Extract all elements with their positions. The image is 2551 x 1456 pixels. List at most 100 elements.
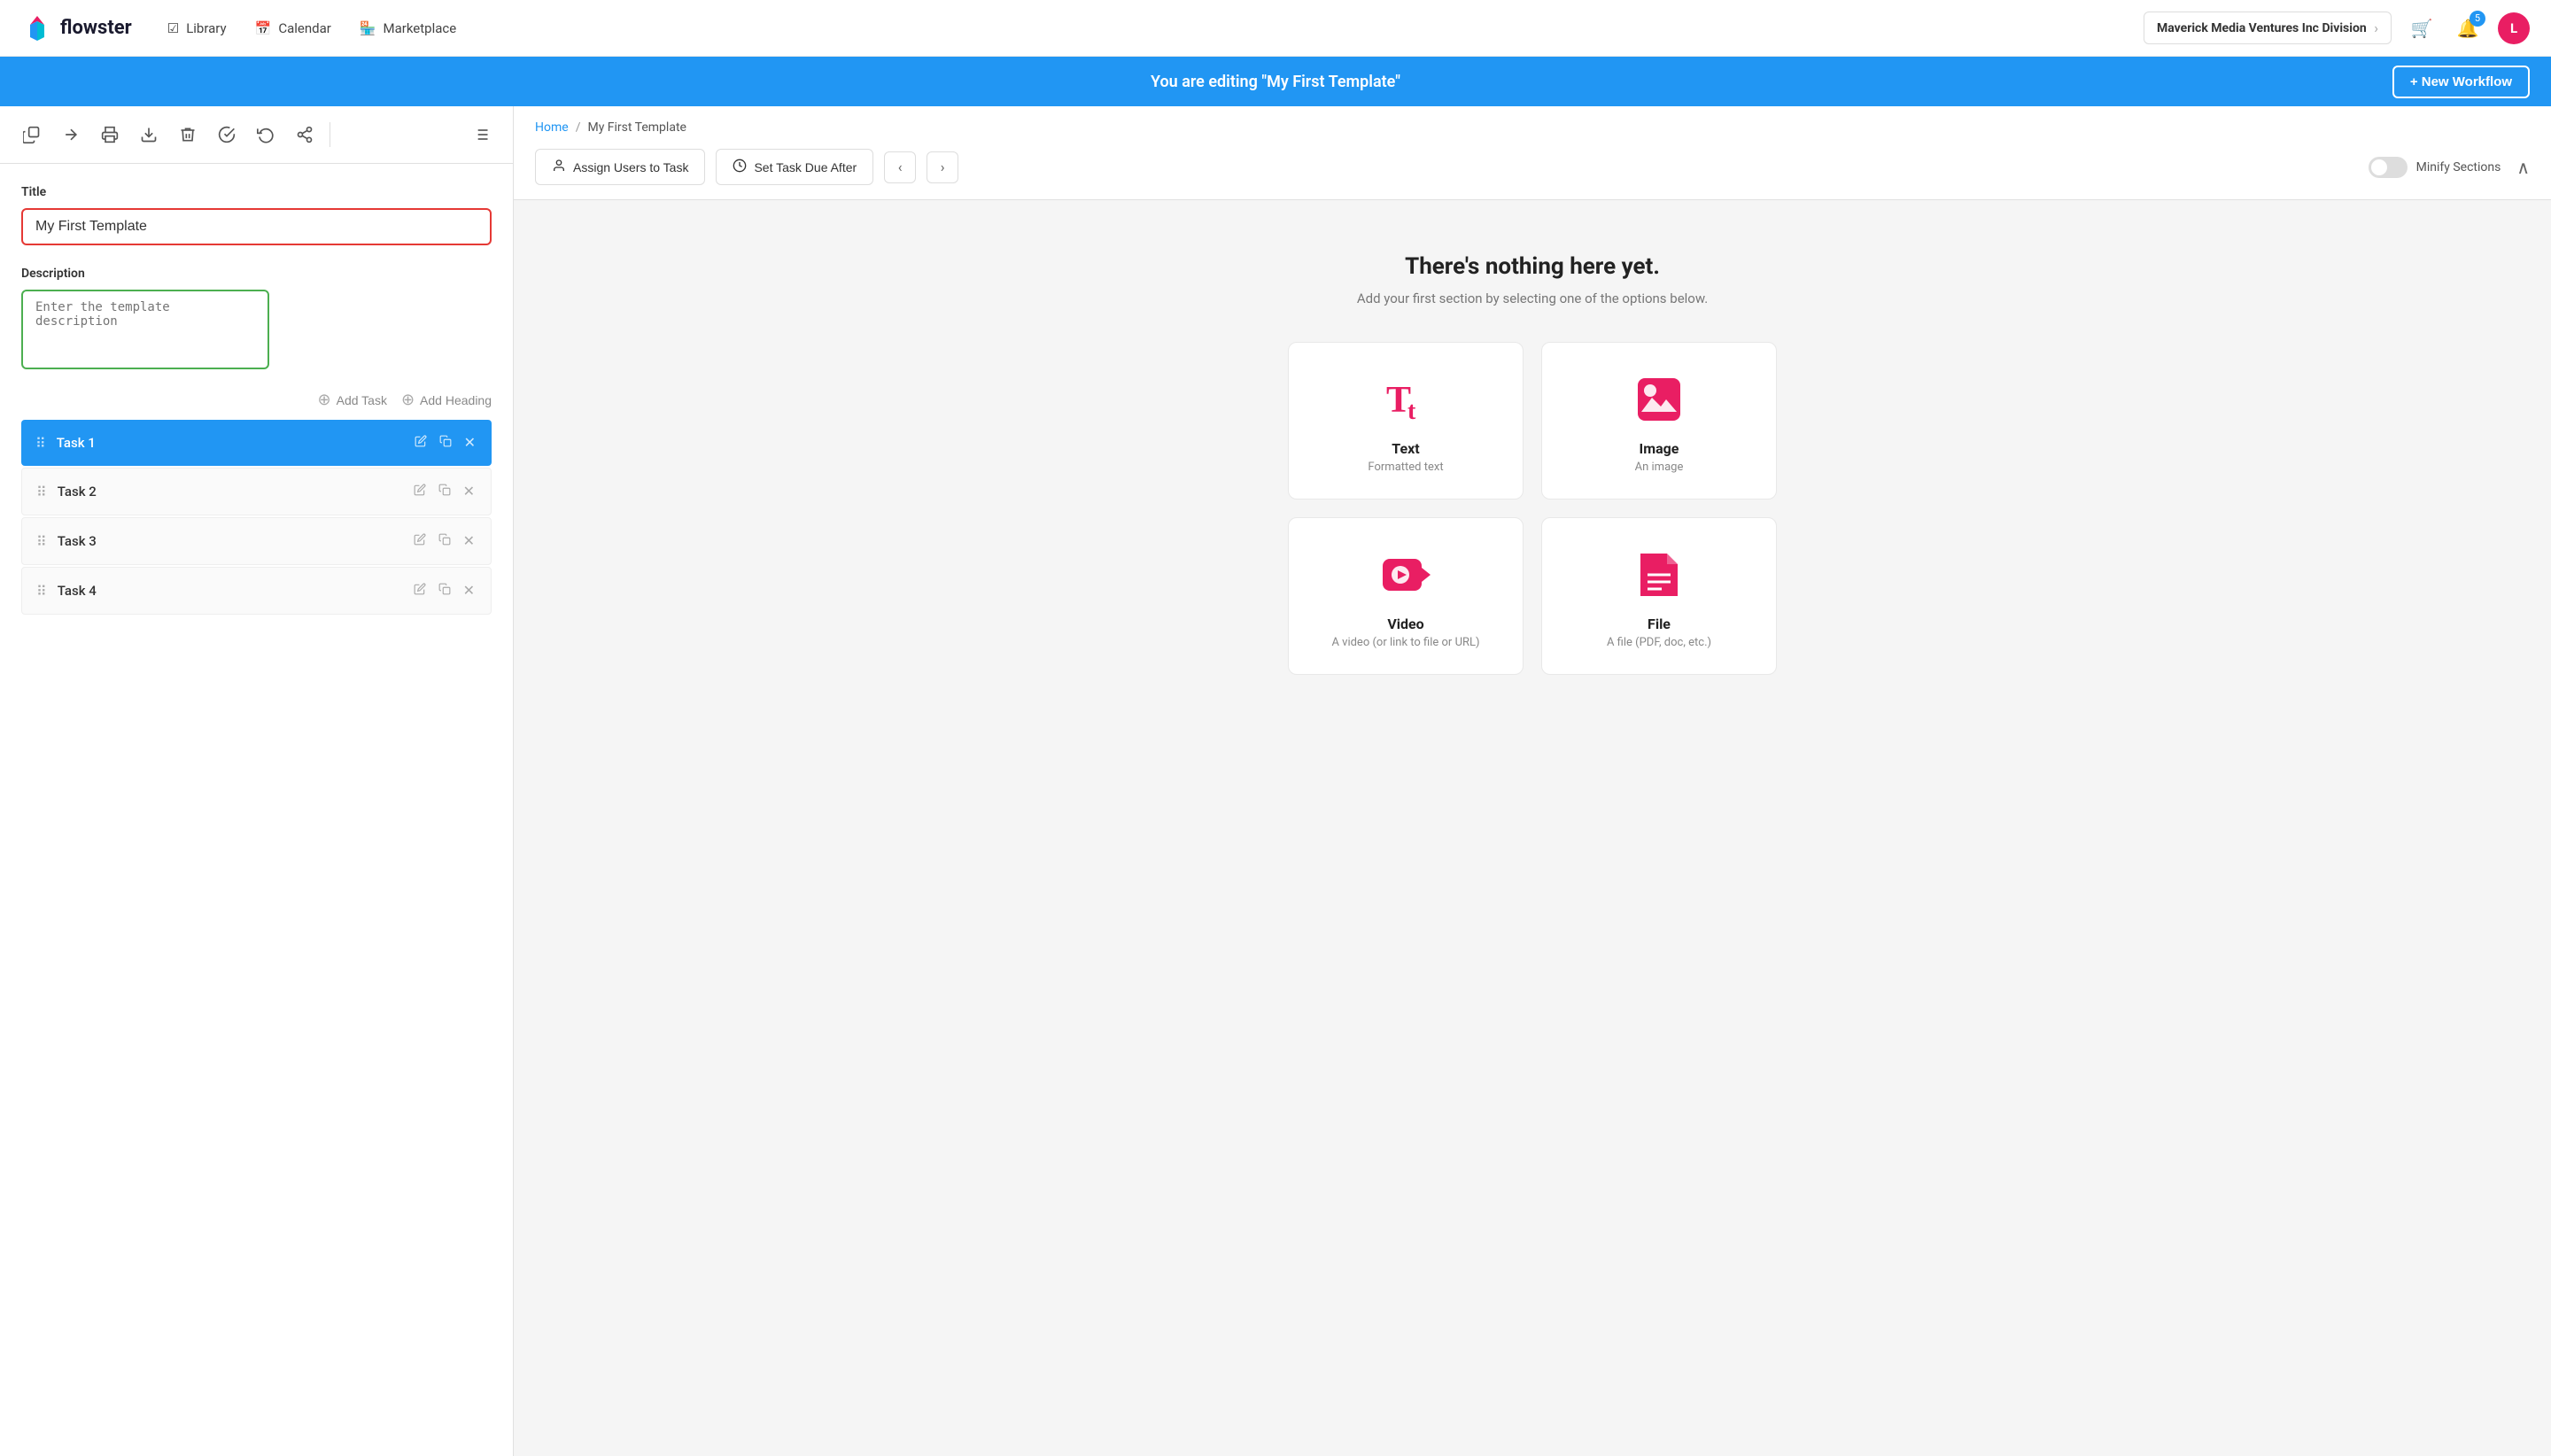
edit-task-button[interactable] [412, 531, 428, 552]
task-name: Task 1 [57, 435, 413, 451]
section-card-video[interactable]: Video A video (or link to file or URL) [1288, 517, 1524, 675]
new-workflow-button[interactable]: + New Workflow [2392, 66, 2530, 98]
cart-icon-button[interactable]: 🛒 [2406, 12, 2438, 44]
remove-task-button[interactable]: ✕ [461, 481, 477, 502]
copy-task-button[interactable] [438, 432, 454, 453]
marketplace-icon: 🏪 [360, 20, 376, 36]
breadcrumb: Home / My First Template [535, 120, 2530, 135]
minify-section: Minify Sections ∧ [2369, 157, 2530, 178]
check-button[interactable] [209, 117, 244, 152]
task-actions: ⊕ Add Task ⊕ Add Heading [21, 391, 492, 409]
logo-text: flowster [60, 17, 132, 39]
main-layout: Title Description ⊕ Add Task ⊕ Add Headi… [0, 106, 2551, 1456]
section-desc-video: A video (or link to file or URL) [1331, 636, 1479, 649]
section-title-image: Image [1640, 440, 1679, 457]
task-item-task3[interactable]: ⠿ Task 3 ✕ [21, 517, 492, 565]
add-heading-icon: ⊕ [401, 391, 415, 409]
section-icon-image [1634, 375, 1684, 428]
add-heading-button[interactable]: ⊕ Add Heading [401, 391, 492, 409]
task-item-task2[interactable]: ⠿ Task 2 ✕ [21, 468, 492, 515]
task-item-task1[interactable]: ⠿ Task 1 ✕ [21, 420, 492, 466]
division-name: Maverick Media Ventures Inc Division [2157, 21, 2367, 35]
breadcrumb-current: My First Template [587, 120, 686, 135]
nav-marketplace[interactable]: 🏪 Marketplace [360, 20, 456, 36]
edit-banner-text: You are editing "My First Template" [1151, 73, 1400, 91]
svg-text:t: t [1407, 398, 1416, 424]
collapse-button[interactable]: ∧ [2516, 157, 2530, 178]
delete-button[interactable] [170, 117, 205, 152]
right-header: Home / My First Template Assign Users to… [514, 106, 2551, 200]
title-label: Title [21, 185, 492, 199]
task-name: Task 2 [58, 484, 412, 500]
drag-handle: ⠿ [35, 435, 46, 452]
empty-title: There's nothing here yet. [535, 253, 2530, 280]
minify-label: Minify Sections [2416, 160, 2501, 174]
remove-task-button[interactable]: ✕ [462, 432, 477, 453]
topnav-right: Maverick Media Ventures Inc Division › 🛒… [2144, 12, 2530, 44]
share-button[interactable] [287, 117, 322, 152]
section-card-image[interactable]: Image An image [1541, 342, 1777, 500]
notifications-button[interactable]: 🔔 5 [2452, 12, 2484, 44]
calendar-icon: 📅 [255, 20, 272, 36]
copy-task-button[interactable] [437, 481, 453, 502]
download-button[interactable] [131, 117, 167, 152]
left-panel: Title Description ⊕ Add Task ⊕ Add Headi… [0, 106, 514, 1456]
right-panel: Home / My First Template Assign Users to… [514, 106, 2551, 1456]
task-item-actions: ✕ [413, 432, 477, 453]
section-icon-video [1381, 550, 1431, 603]
remove-task-button[interactable]: ✕ [461, 531, 477, 552]
left-content: Title Description ⊕ Add Task ⊕ Add Headi… [0, 164, 513, 1456]
copy-task-button[interactable] [437, 580, 453, 601]
set-due-after-button[interactable]: Set Task Due After [716, 149, 873, 185]
section-icon-text: T t [1381, 375, 1431, 428]
chevron-right-icon: › [2374, 19, 2378, 36]
nav-calendar[interactable]: 📅 Calendar [255, 20, 331, 36]
task-item-actions: ✕ [412, 580, 477, 601]
drag-handle: ⠿ [36, 583, 47, 600]
title-input[interactable] [21, 208, 492, 245]
prev-arrow-button[interactable]: ‹ [884, 151, 916, 183]
next-arrow-button[interactable]: › [927, 151, 958, 183]
breadcrumb-separator: / [576, 120, 581, 135]
library-icon: ☑ [167, 20, 179, 36]
task-item-actions: ✕ [412, 531, 477, 552]
section-title-video: Video [1387, 616, 1423, 632]
copy-button[interactable] [14, 117, 50, 152]
remove-task-button[interactable]: ✕ [461, 580, 477, 601]
list-view-button[interactable] [463, 117, 499, 152]
logo-icon [21, 12, 53, 44]
avatar[interactable]: L [2498, 12, 2530, 44]
edit-task-button[interactable] [412, 481, 428, 502]
breadcrumb-home[interactable]: Home [535, 120, 569, 135]
add-task-icon: ⊕ [318, 391, 331, 409]
description-textarea[interactable] [21, 290, 269, 369]
toggle-thumb [2371, 159, 2387, 175]
print-button[interactable] [92, 117, 128, 152]
edit-task-button[interactable] [413, 432, 429, 453]
empty-subtitle: Add your first section by selecting one … [535, 290, 2530, 306]
arrow-right-button[interactable] [53, 117, 89, 152]
action-bar: Assign Users to Task Set Task Due After … [535, 149, 2530, 185]
notification-badge: 5 [2470, 11, 2485, 27]
history-button[interactable] [248, 117, 283, 152]
section-title-text: Text [1392, 440, 1419, 457]
logo[interactable]: flowster [21, 12, 132, 44]
task-name: Task 4 [58, 583, 412, 599]
toolbar [0, 106, 513, 164]
section-card-file[interactable]: File A file (PDF, doc, etc.) [1541, 517, 1777, 675]
section-desc-image: An image [1635, 461, 1684, 474]
drag-handle: ⠿ [36, 533, 47, 550]
section-desc-file: A file (PDF, doc, etc.) [1607, 636, 1711, 649]
task-item-task4[interactable]: ⠿ Task 4 ✕ [21, 567, 492, 615]
section-card-text[interactable]: T t Text Formatted text [1288, 342, 1524, 500]
edit-task-button[interactable] [412, 580, 428, 601]
task-name: Task 3 [58, 533, 412, 549]
copy-task-button[interactable] [437, 531, 453, 552]
minify-toggle[interactable] [2369, 157, 2408, 178]
edit-banner: You are editing "My First Template" + Ne… [0, 57, 2551, 106]
add-task-button[interactable]: ⊕ Add Task [318, 391, 387, 409]
nav-library[interactable]: ☑ Library [167, 20, 227, 36]
division-selector[interactable]: Maverick Media Ventures Inc Division › [2144, 12, 2392, 44]
assign-users-button[interactable]: Assign Users to Task [535, 149, 705, 185]
description-label: Description [21, 267, 492, 281]
